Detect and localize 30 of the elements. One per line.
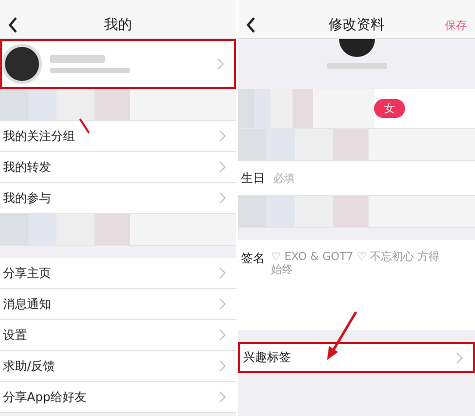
menu-item[interactable]: 我的关注分组: [0, 121, 236, 152]
menu-item[interactable]: 分享主页: [0, 258, 236, 289]
back-icon[interactable]: [246, 17, 256, 33]
chevron-icon: [219, 192, 226, 204]
chevron-icon: [219, 161, 226, 173]
avatar-icon: [338, 39, 374, 57]
menu-item[interactable]: 设置: [0, 320, 236, 351]
chevron-icon: [219, 267, 226, 279]
chevron-icon: [219, 329, 226, 341]
chevron-icon: [219, 298, 226, 310]
chevron-icon: [456, 352, 463, 364]
chevron-icon: [219, 391, 226, 403]
screen-title: 我的: [104, 16, 132, 34]
field-label: 生日: [241, 170, 265, 186]
back-icon[interactable]: [8, 17, 18, 33]
menu-item[interactable]: 求助/反馈: [0, 351, 236, 382]
avatar-icon: [2, 44, 42, 84]
profile-row[interactable]: [0, 39, 236, 89]
field-label: 签名: [241, 250, 265, 267]
chevron-icon: [219, 130, 226, 142]
screen-title: 修改资料: [328, 16, 384, 34]
blurred-text: [326, 63, 386, 69]
gender-badge: 女: [374, 99, 405, 118]
chevron-icon: [219, 360, 226, 372]
menu-item[interactable]: 消息通知: [0, 289, 236, 320]
menu-item[interactable]: 分享App给好友: [0, 382, 236, 413]
menu-item[interactable]: 我的参与: [0, 183, 236, 214]
chevron-icon: [217, 58, 224, 70]
menu-item[interactable]: 兴趣标签: [238, 342, 475, 373]
menu-item[interactable]: 我的转发: [0, 152, 236, 183]
